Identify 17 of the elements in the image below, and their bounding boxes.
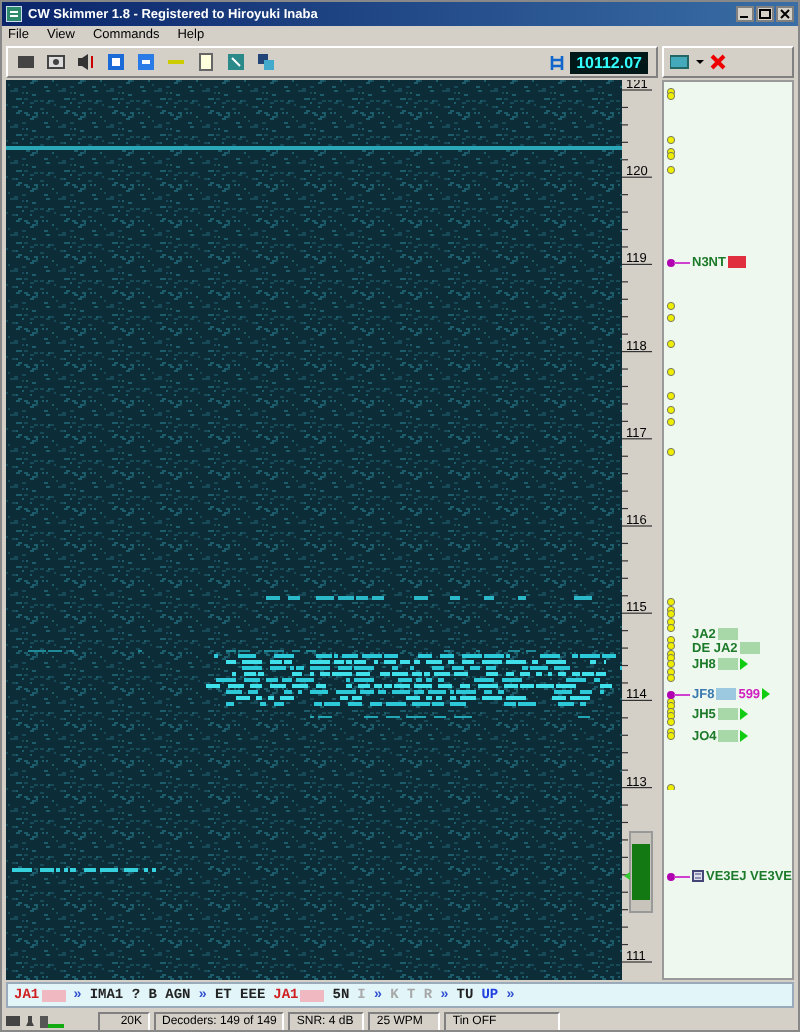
window-icon[interactable] (226, 52, 246, 72)
caret-icon[interactable] (696, 58, 704, 66)
bell-icon (24, 1014, 36, 1028)
delete-icon[interactable] (710, 54, 726, 70)
camera-icon (6, 1014, 20, 1028)
frequency-display: 10112.07 (570, 51, 648, 73)
app-icon (6, 6, 22, 22)
sync-icon[interactable] (550, 53, 565, 71)
maximize-button[interactable] (756, 6, 774, 22)
close-button[interactable] (776, 6, 794, 22)
level-meter-icon (40, 1014, 64, 1028)
square-icon[interactable] (136, 52, 156, 72)
page-icon[interactable] (196, 52, 216, 72)
monitor-icon[interactable] (670, 54, 690, 70)
minimize-button[interactable] (736, 6, 754, 22)
windows-icon[interactable] (256, 52, 276, 72)
tuning-handle[interactable] (624, 831, 653, 913)
